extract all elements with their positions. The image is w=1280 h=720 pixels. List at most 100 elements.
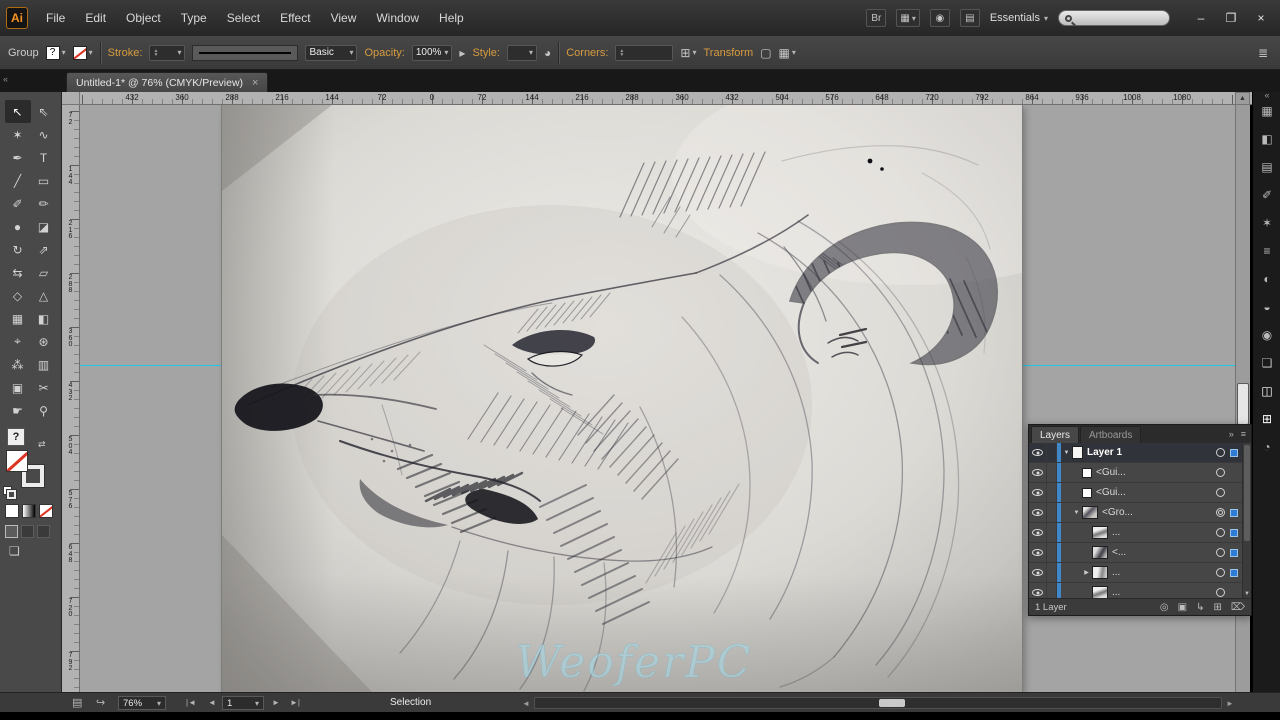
brush-definition-select[interactable]: Basic▾ (305, 45, 357, 61)
minimize-button[interactable]: – (1188, 9, 1214, 27)
none-button[interactable] (39, 504, 53, 518)
first-artboard-button[interactable]: |◄ (186, 698, 196, 707)
delete-layer-icon[interactable]: ⌦ (1231, 602, 1245, 613)
horizontal-scroll-thumb[interactable] (879, 699, 905, 707)
workspace-switcher[interactable]: Essentials▾ (990, 12, 1048, 24)
scroll-left-icon[interactable]: ◄ (520, 699, 532, 708)
menu-effect[interactable]: Effect (270, 1, 320, 35)
locate-object-icon[interactable]: ◎ (1160, 602, 1169, 613)
new-layer-icon[interactable]: ⊞ (1213, 602, 1221, 613)
visibility-toggle[interactable] (1029, 463, 1047, 482)
visibility-toggle[interactable] (1029, 483, 1047, 502)
next-artboard-button[interactable]: ► (272, 698, 280, 707)
stroke-color-control[interactable]: ▾ (73, 46, 93, 60)
make-clipping-mask-icon[interactable]: ▣ (1178, 602, 1187, 613)
disclosure-toggle[interactable]: ▼ (1061, 450, 1072, 456)
style-select[interactable]: ▾ (507, 45, 537, 61)
screen-mode-button[interactable]: ❏ (9, 544, 20, 558)
bridge-icon[interactable]: Br (866, 9, 886, 27)
layer-row[interactable]: <... (1029, 543, 1251, 563)
recolor-artwork-icon[interactable]: ◕ (544, 46, 551, 60)
target-circle[interactable] (1216, 568, 1225, 577)
lasso-tool[interactable]: ∿ (31, 123, 57, 146)
layer-row[interactable]: <Gui... (1029, 483, 1251, 503)
corners-stepper[interactable]: ▲▼ (615, 45, 673, 61)
panel-menu-icon[interactable]: ≡ (1241, 429, 1246, 439)
target-circle[interactable] (1216, 528, 1225, 537)
direct-selection-tool[interactable]: ⇖ (31, 100, 57, 123)
target-circle[interactable] (1216, 548, 1225, 557)
menu-edit[interactable]: Edit (75, 1, 116, 35)
collapse-tools-icon[interactable]: « (3, 74, 8, 84)
pencil-tool[interactable]: ✏ (31, 192, 57, 215)
blob-brush-tool[interactable]: ● (5, 215, 31, 238)
stroke-weight-link[interactable]: Stroke: (108, 47, 143, 59)
lock-toggle[interactable] (1047, 543, 1057, 562)
visibility-toggle[interactable] (1029, 563, 1047, 582)
layer-row[interactable]: <Gui... (1029, 463, 1251, 483)
color-button[interactable] (5, 504, 19, 518)
stroke-swatch-none[interactable] (73, 46, 87, 60)
swap-fill-stroke-icon[interactable]: ⇄ (38, 439, 46, 450)
perspective-grid-tool[interactable]: △ (31, 284, 57, 307)
previous-artboard-button[interactable]: ◄ (208, 698, 216, 707)
blend-tool[interactable]: ⊛ (31, 330, 57, 353)
hand-tool[interactable]: ☛ (5, 399, 31, 422)
graphic-styles-panel-icon[interactable]: ❏ (1253, 356, 1280, 370)
lock-toggle[interactable] (1047, 563, 1057, 582)
layers-scroll-thumb[interactable] (1244, 445, 1250, 541)
visibility-toggle[interactable] (1029, 583, 1047, 598)
align-control[interactable]: ⊞▾ (680, 46, 696, 60)
brush-definition-preview[interactable] (192, 45, 298, 61)
draw-behind-button[interactable] (21, 525, 34, 538)
pen-tool[interactable]: ✒ (5, 146, 31, 169)
menu-file[interactable]: File (36, 1, 75, 35)
default-stroke-icon[interactable] (7, 490, 16, 499)
corners-link[interactable]: Corners: (566, 47, 608, 59)
panel-collapse-icon[interactable]: » (1229, 429, 1234, 439)
visibility-toggle[interactable] (1029, 523, 1047, 542)
lock-toggle[interactable] (1047, 523, 1057, 542)
transparency-panel-icon[interactable]: ◒ (1253, 300, 1280, 314)
eraser-tool[interactable]: ◪ (31, 215, 57, 238)
isolate-mode-icon[interactable]: ▢ (760, 46, 771, 60)
style-link[interactable]: Style: (472, 47, 500, 59)
artboard[interactable]: WeoferPC (222, 105, 1022, 692)
stepper-arrows-icon[interactable]: ▲▼ (153, 49, 158, 57)
type-tool[interactable]: T (31, 146, 57, 169)
fill-swatch[interactable]: ? (46, 46, 60, 60)
draw-normal-button[interactable] (5, 525, 18, 538)
opacity-flyout-icon[interactable]: ▸ (459, 46, 465, 60)
zoom-level-select[interactable]: 76% ▾ (118, 696, 166, 710)
brushes-panel-icon[interactable]: ✐ (1253, 188, 1280, 202)
vertical-ruler[interactable]: 7 21 4 42 1 62 8 83 6 04 3 25 0 45 7 66 … (62, 105, 80, 692)
control-panel-menu-icon[interactable]: ≣ (1258, 46, 1268, 60)
target-circle[interactable] (1216, 488, 1225, 497)
layer-row[interactable]: ... (1029, 583, 1251, 598)
visibility-toggle[interactable] (1029, 543, 1047, 562)
layer-row[interactable]: ▼Layer 1 (1029, 443, 1251, 463)
lock-toggle[interactable] (1047, 503, 1057, 522)
gradient-button[interactable] (22, 504, 36, 518)
magic-wand-tool[interactable]: ✶ (5, 123, 31, 146)
slice-tool[interactable]: ✂ (31, 376, 57, 399)
visibility-toggle[interactable] (1029, 503, 1047, 522)
scroll-up-icon[interactable]: ▲ (1235, 92, 1250, 105)
draw-inside-button[interactable] (37, 525, 50, 538)
arrange-documents-icon[interactable]: ▦▾ (896, 9, 919, 27)
menu-type[interactable]: Type (171, 1, 217, 35)
width-tool[interactable]: ⇆ (5, 261, 31, 284)
transform-link[interactable]: Transform (703, 47, 753, 59)
menu-help[interactable]: Help (429, 1, 474, 35)
navigator-panel-icon[interactable]: ◔ (1253, 440, 1280, 454)
shape-builder-tool[interactable]: ◇ (5, 284, 31, 307)
free-transform-tool[interactable]: ▱ (31, 261, 57, 284)
search-input[interactable] (1076, 13, 1163, 24)
fill-color-control[interactable]: ? ▾ (46, 46, 66, 60)
tab-artboards[interactable]: Artboards (1080, 426, 1141, 443)
horizontal-scroll-track[interactable] (534, 697, 1222, 709)
search-box[interactable] (1058, 10, 1170, 26)
target-circle[interactable] (1216, 508, 1225, 517)
layers-dock-icon[interactable]: ◫ (1253, 384, 1280, 398)
gradient-panel-icon[interactable]: ◐ (1253, 272, 1280, 286)
